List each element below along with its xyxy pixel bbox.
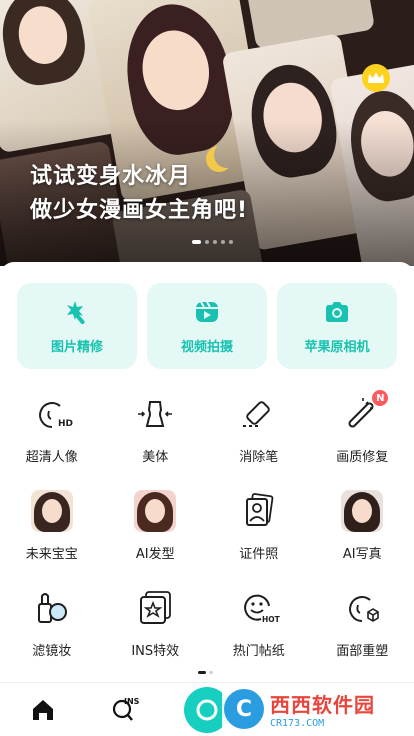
makeup-filter-icon [30, 586, 74, 630]
tools-grid: HD 超清人像 美体 消除笔 N 画质修复 未来宝宝 AI发型 证件照 AI写真… [0, 390, 414, 659]
tool-label: 滤镜妆 [32, 644, 72, 659]
carousel-dot[interactable] [221, 240, 225, 244]
face-reshape-tool[interactable]: 面部重塑 [311, 586, 414, 659]
photo-retouch-button[interactable]: 图片精修 [17, 283, 137, 369]
tool-label: 超清人像 [25, 450, 78, 465]
camera-icon [323, 298, 351, 326]
primary-tools-row: 图片精修 视频拍摄 苹果原相机 [17, 283, 397, 369]
tool-label: 美体 [142, 450, 169, 465]
id-photo-icon [237, 489, 281, 533]
page-dot-active [198, 671, 206, 674]
tool-label: AI发型 [135, 547, 175, 562]
hot-sticker-icon: HOT [237, 586, 281, 630]
ins-effect-tool[interactable]: INS特效 [104, 586, 208, 659]
carousel-dot[interactable] [205, 240, 209, 244]
hairstyle-avatar-thumbnail [133, 489, 177, 533]
quality-repair-tool[interactable]: N 画质修复 [311, 390, 414, 465]
home-tab[interactable] [26, 693, 60, 727]
watermark-subtitle: CR173.COM [270, 718, 325, 729]
eraser-icon [237, 392, 281, 436]
home-icon [33, 700, 53, 720]
watermark-title: 西西软件园 [270, 693, 375, 717]
hot-icon-text: HOT [262, 615, 281, 624]
ai-hairstyle-tool[interactable]: AI发型 [104, 489, 208, 562]
apple-camera-button[interactable]: 苹果原相机 [277, 283, 397, 369]
tool-label: 证件照 [239, 547, 279, 562]
face-reshape-icon [340, 586, 384, 630]
video-shoot-button[interactable]: 视频拍摄 [147, 283, 267, 369]
id-photo-tool[interactable]: 证件照 [207, 489, 311, 562]
ai-portrait-tool[interactable]: AI写真 [311, 489, 414, 562]
carousel-dot[interactable] [213, 240, 217, 244]
tool-label: INS特效 [131, 644, 180, 659]
tool-label: 面部重塑 [336, 644, 389, 659]
promo-banner[interactable]: 试试变身水冰月 做少女漫画女主角吧! [0, 0, 414, 266]
baby-avatar-thumbnail [30, 489, 74, 533]
tool-label: 未来宝宝 [25, 547, 78, 562]
apple-camera-label: 苹果原相机 [304, 339, 370, 355]
hd-icon-text: HD [58, 419, 73, 429]
portrait-avatar-thumbnail [340, 489, 384, 533]
tool-label: 画质修复 [336, 450, 389, 465]
tool-label: AI写真 [342, 547, 382, 562]
filter-makeup-tool[interactable]: 滤镜妆 [0, 586, 104, 659]
hd-face-icon: HD [30, 392, 74, 436]
photo-retouch-label: 图片精修 [50, 339, 103, 355]
carousel-dots [192, 240, 233, 244]
banner-headline-line2: 做少女漫画女主角吧! [30, 198, 249, 223]
ins-search-icon: INS [112, 697, 140, 721]
grid-page-indicator [198, 671, 213, 674]
tool-label: 热门帖纸 [232, 644, 285, 659]
new-badge: N [372, 390, 389, 406]
carousel-dot[interactable] [229, 240, 233, 244]
future-baby-tool[interactable]: 未来宝宝 [0, 489, 104, 562]
ins-search-tab[interactable]: INS [108, 693, 142, 727]
magic-wand-icon [63, 298, 91, 326]
eraser-tool[interactable]: 消除笔 [207, 392, 311, 465]
site-watermark: C 西西软件园 CR173.COM [222, 686, 398, 732]
body-shape-tool[interactable]: 美体 [104, 392, 208, 465]
banner-headline: 试试变身水冰月 做少女漫画女主角吧! [30, 160, 248, 228]
tools-panel: 图片精修 视频拍摄 苹果原相机 HD 超清人像 美体 消除笔 N 画质修复 未来… [0, 262, 414, 682]
video-shoot-label: 视频拍摄 [180, 339, 233, 355]
crown-icon [362, 64, 390, 92]
video-icon [193, 298, 221, 326]
ins-icon-text: INS [124, 697, 140, 706]
carousel-dot[interactable] [192, 240, 201, 244]
hd-portrait-tool[interactable]: HD 超清人像 [0, 392, 104, 465]
hot-sticker-tool[interactable]: HOT 热门帖纸 [207, 586, 311, 659]
tool-label: 消除笔 [239, 450, 279, 465]
page-dot [209, 671, 213, 674]
banner-headline-line1: 试试变身水冰月 [30, 164, 192, 189]
ins-effect-icon [133, 586, 177, 630]
watermark-logo: C [224, 689, 264, 729]
camera-icon [196, 699, 218, 721]
magic-stick-icon: N [340, 390, 389, 436]
body-slim-icon [133, 392, 177, 436]
